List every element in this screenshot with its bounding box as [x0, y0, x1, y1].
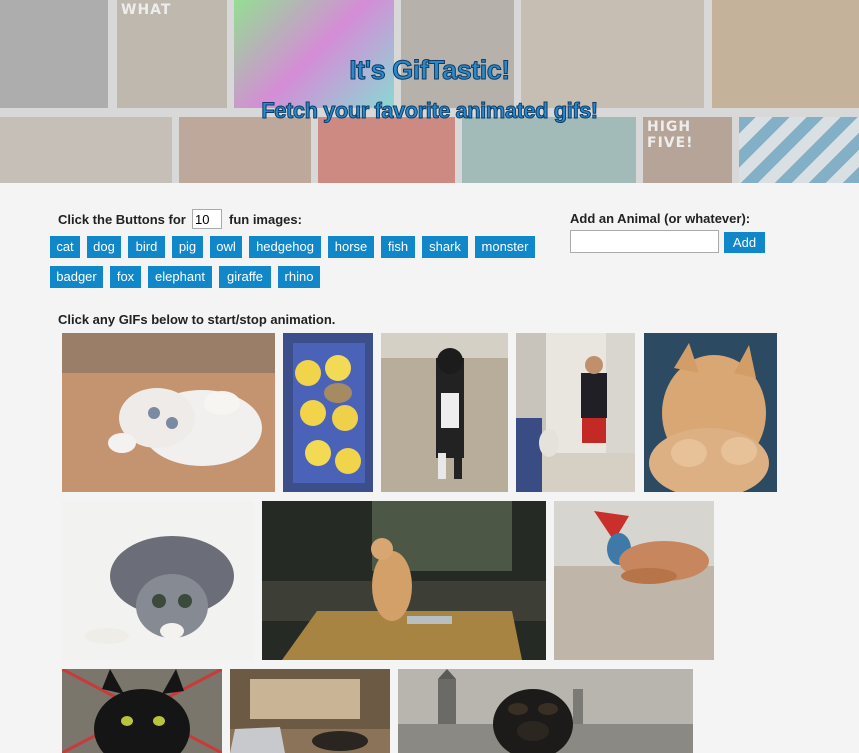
animal-button-horse[interactable]: horse: [328, 236, 374, 258]
animal-button-pig[interactable]: pig: [172, 236, 203, 258]
gif-instructions: Click any GIFs below to start/stop anima…: [58, 312, 336, 327]
site-title: It's GifTastic!: [349, 55, 511, 86]
gif-tabby-pounce[interactable]: [62, 501, 254, 660]
banner-tile-striped-cat: [739, 117, 859, 183]
add-animal-button[interactable]: Add: [724, 232, 765, 253]
banner-tile-cat-lying: [0, 117, 172, 183]
banner-tile-high-five: HIGH FIVE!: [643, 117, 732, 183]
animal-button-dog[interactable]: dog: [87, 236, 121, 258]
animal-button-fox[interactable]: fox: [110, 266, 141, 288]
banner-tile-cat-rolling: [401, 0, 514, 108]
animal-button-shark[interactable]: shark: [422, 236, 468, 258]
banner-tile-red-cat: [318, 117, 455, 183]
gif-dog-skyline[interactable]: [398, 669, 693, 753]
click-buttons-label: Click the Buttons for: [58, 212, 186, 227]
gif-standing-cat[interactable]: [381, 333, 508, 492]
page: WHAT HIGH FIVE! It's GifTastic! Fetch yo…: [0, 0, 859, 753]
banner-tile-cat-gray: [0, 0, 108, 108]
gif-orange-kitten[interactable]: [644, 333, 777, 492]
gif-white-kitten[interactable]: [62, 333, 275, 492]
animal-button-rhino[interactable]: rhino: [278, 266, 320, 288]
gif-man-with-cat[interactable]: [516, 333, 635, 492]
banner-tile-cat-box: [179, 117, 311, 183]
animal-button-bird[interactable]: bird: [128, 236, 165, 258]
banner-tile-psychedelic-cat: [234, 0, 394, 108]
animal-button-cat[interactable]: cat: [50, 236, 80, 258]
add-animal-input[interactable]: [570, 230, 719, 253]
gif-cat-on-table[interactable]: [262, 501, 546, 660]
gif-cat-paw-carpet[interactable]: [554, 501, 714, 660]
banner-tile-hand-cat: [521, 0, 704, 108]
header-banner: WHAT HIGH FIVE! It's GifTastic! Fetch yo…: [0, 0, 859, 183]
gif-cat-laptop[interactable]: [230, 669, 390, 753]
animal-button-giraffe[interactable]: giraffe: [219, 266, 271, 288]
animal-button-hedgehog[interactable]: hedgehog: [249, 236, 321, 258]
animal-button-elephant[interactable]: elephant: [148, 266, 212, 288]
banner-tile-cat-candle: [712, 0, 859, 108]
animal-button-badger[interactable]: badger: [50, 266, 103, 288]
banner-tile-cat-what: WHAT: [117, 0, 227, 108]
gif-count-input[interactable]: [192, 209, 222, 229]
animal-button-monster[interactable]: monster: [475, 236, 535, 258]
animal-button-owl[interactable]: owl: [210, 236, 242, 258]
banner-tile-text: WHAT: [121, 2, 172, 18]
banner-tile-cat-playing: [462, 117, 636, 183]
fun-images-label: fun images:: [229, 212, 302, 227]
animal-button-fish[interactable]: fish: [381, 236, 415, 258]
gif-kitten-chicks[interactable]: [283, 333, 373, 492]
gif-black-cat[interactable]: [62, 669, 222, 753]
add-animal-label: Add an Animal (or whatever):: [570, 211, 751, 226]
site-subtitle: Fetch your favorite animated gifs!: [261, 98, 599, 124]
